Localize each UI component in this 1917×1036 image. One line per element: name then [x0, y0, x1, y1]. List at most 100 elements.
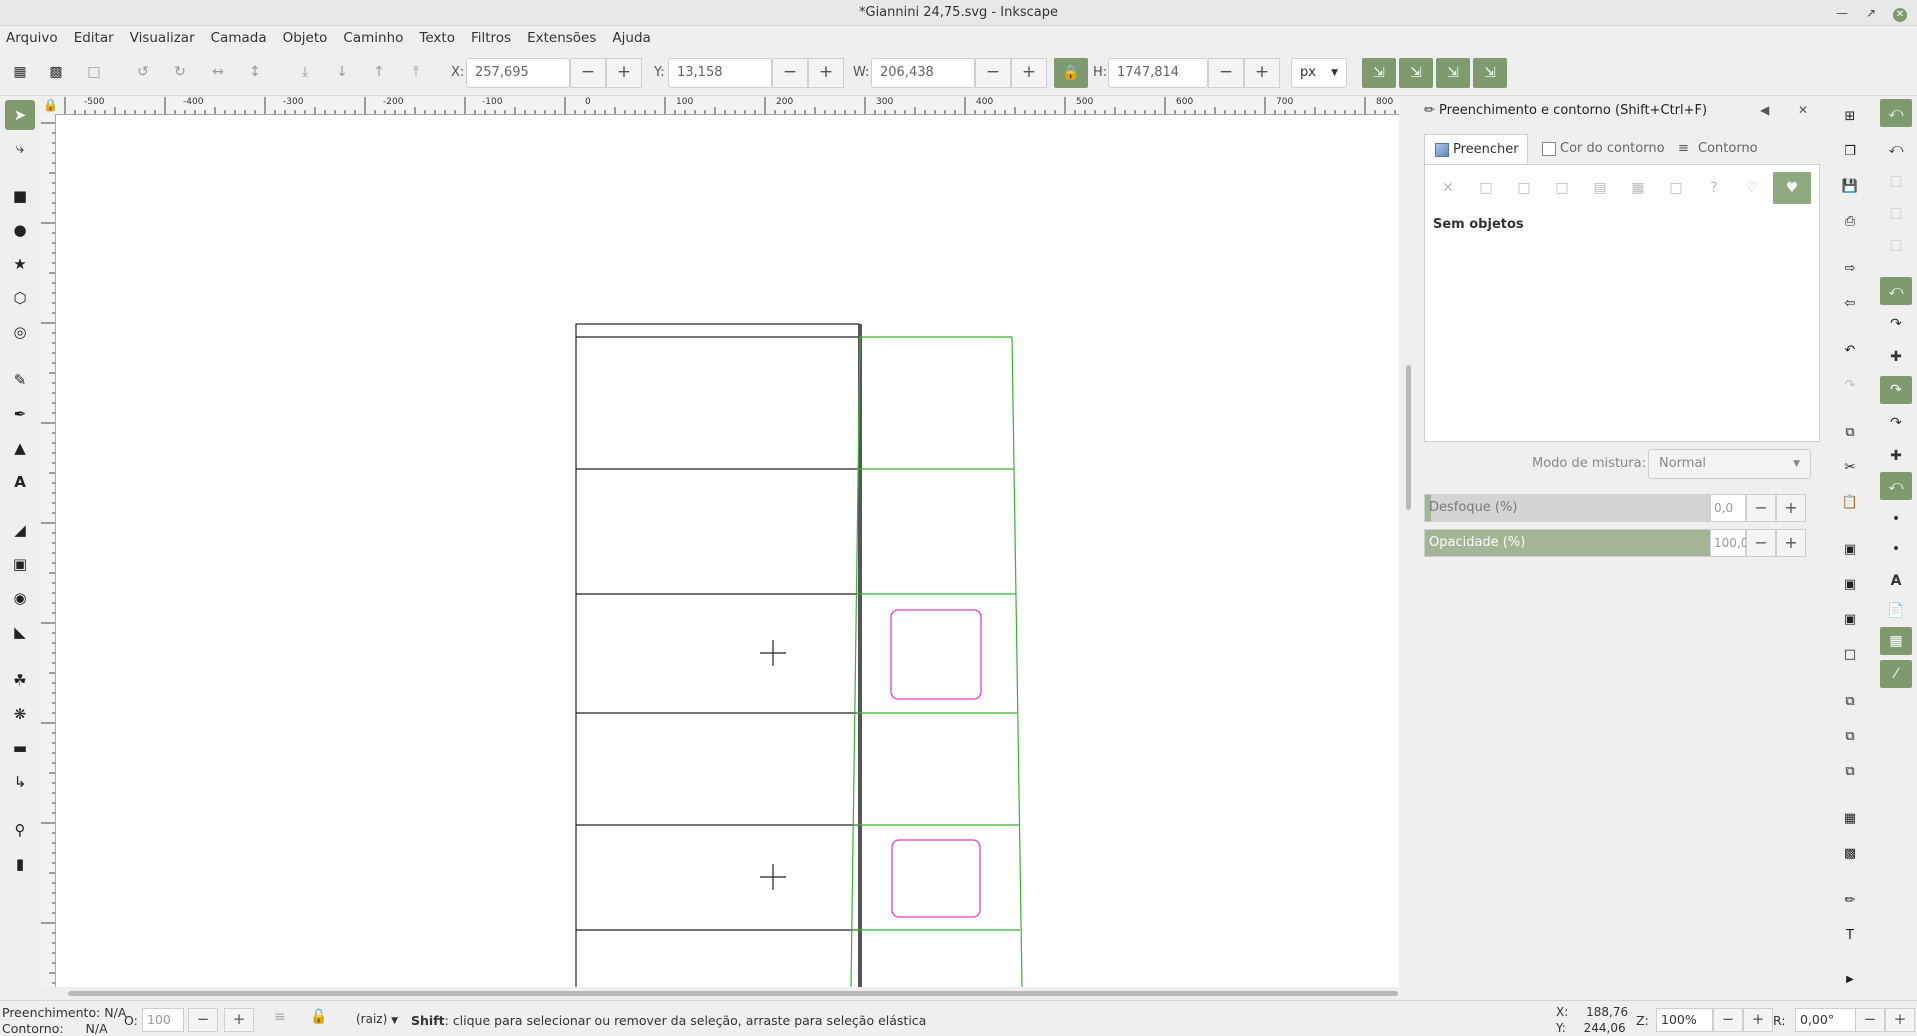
x-decrement-button[interactable]: − [570, 58, 606, 88]
zoom-decrement-button[interactable]: − [1713, 1008, 1743, 1032]
y-increment-button[interactable]: + [808, 58, 844, 88]
snap-paths-icon[interactable]: ↷ [1880, 310, 1912, 338]
snap-bbox-midpoints-icon[interactable]: □ [1880, 231, 1912, 259]
pen-tool-icon[interactable]: ✒ [8, 402, 32, 426]
select-all-layers-icon[interactable]: ▩ [46, 62, 66, 82]
layer-select[interactable]: (raiz) ▼ [356, 1012, 398, 1026]
transform-gradients-icon[interactable]: ⇲ [1436, 58, 1470, 88]
raise-to-top-icon[interactable]: ⤒ [406, 62, 426, 82]
duplicate-icon[interactable]: ⧉ [1839, 691, 1861, 713]
transform-patterns-icon[interactable]: ⇲ [1473, 58, 1507, 88]
menu-visualizar[interactable]: Visualizar [122, 26, 203, 50]
ellipse-tool-icon[interactable]: ● [8, 218, 32, 242]
menu-camada[interactable]: Camada [203, 26, 275, 50]
vertical-ruler[interactable] [41, 115, 56, 987]
menu-objeto[interactable]: Objeto [275, 26, 336, 50]
ungroup-icon[interactable]: ▩ [1839, 843, 1861, 865]
calligraphy-tool-icon[interactable]: ▲ [8, 436, 32, 460]
lower-to-bottom-icon[interactable]: ⤓ [295, 62, 315, 82]
menu-extensoes[interactable]: Extensões [519, 26, 604, 50]
flip-horizontal-icon[interactable]: ↔ [208, 62, 228, 82]
connector-tool-icon[interactable]: ↳ [8, 770, 32, 794]
menu-caminho[interactable]: Caminho [335, 26, 411, 50]
flip-vertical-icon[interactable]: ↕ [245, 62, 265, 82]
opacity-status-field[interactable]: 100 [142, 1008, 184, 1032]
close-icon[interactable]: ✕ [1887, 0, 1913, 26]
snap-bbox-icon[interactable]: ⤺ [1880, 135, 1912, 163]
snap-bbox-edges-icon[interactable]: □ [1880, 167, 1912, 195]
blur-slider[interactable]: Desfoque (%) [1424, 494, 1710, 522]
menu-editar[interactable]: Editar [66, 26, 122, 50]
linear-gradient-icon[interactable]: □ [1511, 175, 1537, 201]
vertical-scrollbar[interactable] [1406, 365, 1411, 510]
eraser-tool-icon[interactable]: ▬ [8, 736, 32, 760]
rectangle-tool-icon[interactable]: ■ [8, 184, 32, 208]
menu-ajuda[interactable]: Ajuda [604, 26, 658, 50]
snap-midpoints-icon[interactable]: ✚ [1880, 442, 1912, 470]
blur-value-field[interactable]: 0,0 [1710, 494, 1746, 522]
cut-icon[interactable]: ✂ [1839, 457, 1861, 479]
pattern-icon[interactable]: ▦ [1625, 175, 1651, 201]
snap-rotation-center-icon[interactable]: • [1880, 505, 1912, 533]
copy-icon[interactable]: ⧉ [1839, 422, 1861, 444]
minimize-icon[interactable]: — [1829, 0, 1855, 26]
x-increment-button[interactable]: + [606, 58, 642, 88]
opacity-decrement-button[interactable]: − [1746, 529, 1776, 557]
clone-icon[interactable]: ⧉ [1839, 726, 1861, 748]
horizontal-ruler[interactable]: -500 -400 -300 -200 -100 0 100 200 300 4… [55, 97, 1399, 115]
opacity-value-field[interactable]: 100,0 [1710, 529, 1748, 557]
radial-gradient-icon[interactable]: □ [1549, 175, 1575, 201]
spray-tool-icon[interactable]: ❋ [8, 702, 32, 726]
blend-mode-select[interactable]: Normal ▼ [1648, 449, 1811, 479]
snap-nodes-icon[interactable]: ⤺ [1880, 277, 1912, 305]
maximize-icon[interactable]: ↗ [1858, 0, 1884, 26]
panel-close-icon[interactable]: ✕ [1798, 103, 1808, 117]
zoom-drawing-icon[interactable]: ▣ [1839, 574, 1861, 596]
export-icon[interactable]: ⇦ [1839, 293, 1861, 315]
zoom-tool-icon[interactable]: ⚲ [8, 818, 32, 842]
new-document-icon[interactable]: ⊞ [1839, 106, 1861, 128]
paint-bucket-tool-icon[interactable]: ◣ [8, 620, 32, 644]
snap-intersections-icon[interactable]: ✚ [1880, 343, 1912, 371]
pencil-tool-icon[interactable]: ✎ [8, 368, 32, 392]
w-field[interactable]: 206,438 [871, 58, 975, 88]
snap-bbox-corners-icon[interactable]: □ [1880, 199, 1912, 227]
snap-page-border-icon[interactable]: 📄 [1880, 597, 1912, 625]
snap-toggle-icon[interactable]: ⤺ [1880, 99, 1912, 127]
redo-icon[interactable]: ↷ [1839, 375, 1861, 397]
tweak-tool-icon[interactable]: ☘ [8, 668, 32, 692]
layer-lock-icon[interactable]: 🔓 [310, 1009, 327, 1025]
zoom-page-icon[interactable]: ▣ [1839, 609, 1861, 631]
menu-arquivo[interactable]: Arquivo [0, 26, 66, 50]
opacity-slider[interactable]: Opacidade (%) [1424, 529, 1711, 557]
open-document-icon[interactable]: ❐ [1839, 141, 1861, 163]
text-font-icon[interactable]: T [1839, 925, 1861, 947]
node-tool-icon[interactable]: ⤷ [8, 136, 32, 160]
star-tool-icon[interactable]: ★ [8, 252, 32, 276]
unit-select[interactable]: px ▼ [1291, 58, 1347, 88]
print-icon[interactable]: ⎙ [1839, 211, 1861, 233]
menu-texto[interactable]: Texto [411, 26, 463, 50]
zoom-field[interactable]: 100% [1656, 1008, 1713, 1032]
tab-preencher[interactable]: Preencher [1424, 134, 1528, 164]
3dbox-tool-icon[interactable]: ⬡ [8, 286, 32, 310]
opacity-status-decrement[interactable]: − [188, 1008, 218, 1032]
select-all-icon[interactable]: ▦ [10, 62, 30, 82]
swatch-icon[interactable]: □ [1663, 175, 1689, 201]
blur-increment-button[interactable]: + [1776, 494, 1806, 522]
lower-icon[interactable]: ↓ [332, 62, 352, 82]
unset-paint-icon[interactable]: ? [1701, 175, 1727, 201]
opacity-status-increment[interactable]: + [224, 1008, 254, 1032]
fill-stroke-icon[interactable]: ✏ [1839, 890, 1861, 912]
zoom-width-icon[interactable]: □ [1839, 644, 1861, 666]
w-increment-button[interactable]: + [1011, 58, 1047, 88]
undo-icon[interactable]: ↶ [1839, 340, 1861, 362]
paste-icon[interactable]: 📋 [1839, 492, 1861, 514]
rotate-cw-icon[interactable]: ↻ [170, 62, 190, 82]
snap-text-baseline-icon[interactable]: • [1880, 535, 1912, 563]
snap-grid-icon[interactable]: ▦ [1880, 627, 1912, 655]
lock-proportions-icon[interactable]: 🔒 [1054, 58, 1088, 88]
flat-color-icon[interactable]: □ [1473, 175, 1499, 201]
import-icon[interactable]: ⇨ [1839, 258, 1861, 280]
layer-visibility-icon[interactable]: ≡ [274, 1009, 286, 1025]
